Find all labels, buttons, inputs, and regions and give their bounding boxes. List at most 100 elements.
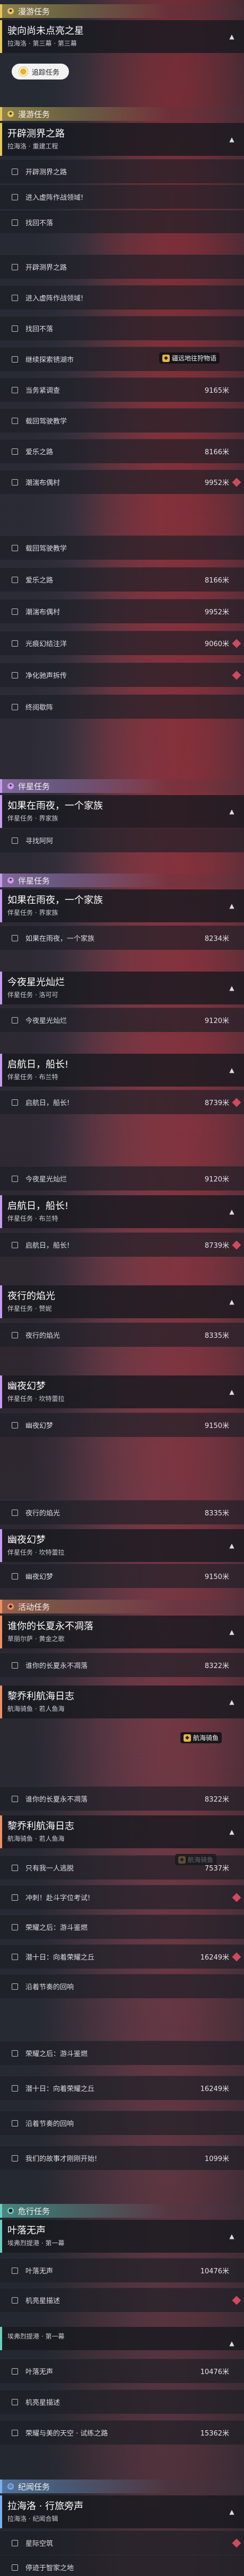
objective-row[interactable]: 潜十日：向着荣耀之丘 16249米: [0, 1944, 244, 1969]
objective-row[interactable]: 沿着节奏的回响: [0, 1974, 244, 1998]
objective-row[interactable]: 只有我一人逃脱 7537米: [0, 1855, 244, 1880]
checkbox-icon[interactable]: [12, 2539, 18, 2546]
checkbox-icon[interactable]: [12, 417, 18, 424]
checkbox-icon[interactable]: [12, 1795, 18, 1802]
objective-row[interactable]: 叶落无声 10476米: [0, 2258, 244, 2282]
objective-row[interactable]: 爱乐之路 8166米: [0, 439, 244, 463]
quest-header[interactable]: 开辟测界之路 拉海洛 · 重建工程 ▲: [0, 123, 244, 156]
checkbox-icon[interactable]: [12, 544, 18, 551]
checkbox-icon[interactable]: [12, 2085, 18, 2092]
checkbox-icon[interactable]: [12, 1331, 18, 1338]
checkbox-icon[interactable]: [12, 448, 18, 455]
objective-row[interactable]: 叶落无声 10476米: [0, 2359, 244, 2383]
objective-row[interactable]: 夜行的焰光 8335米: [0, 1500, 244, 1524]
checkbox-icon[interactable]: [12, 1894, 18, 1901]
objective-row[interactable]: 净化驰声拆传: [0, 663, 244, 687]
map-pin-icon[interactable]: [232, 2296, 241, 2305]
quest-header[interactable]: 幽夜幻梦 伴星任务 · 坎特蕾拉 ▲: [0, 1375, 244, 1408]
map-pin-icon[interactable]: [232, 478, 241, 487]
checkbox-icon[interactable]: [12, 2398, 18, 2405]
checkbox-icon[interactable]: [12, 263, 18, 270]
objective-row[interactable]: 光痕幻结注洋 9060米: [0, 631, 244, 655]
map-pin-icon[interactable]: [232, 671, 241, 680]
collapse-caret-icon[interactable]: ▲: [227, 1828, 237, 1836]
quest-header[interactable]: 拉海洛 · 行旅旁声 拉海洛 · 纪闻合辑 ▲: [0, 2495, 244, 2528]
objective-row[interactable]: 停迹于智家之地: [0, 2555, 244, 2576]
checkbox-icon[interactable]: [12, 2564, 18, 2571]
objective-row[interactable]: 潜十日：向着荣耀之丘 16249米: [0, 2076, 244, 2100]
objective-row[interactable]: 荣耀之后：游斗鉴燃: [0, 1915, 244, 1939]
checkbox-icon[interactable]: [12, 1099, 18, 1106]
map-pin-icon[interactable]: [232, 1098, 241, 1107]
collapse-caret-icon[interactable]: ▲: [227, 2508, 237, 2516]
objective-row[interactable]: 进入虚阵作战领域!: [0, 285, 244, 310]
quest-header[interactable]: 如果在雨夜，一个家族 伴星任务 · 界家族 ▲: [0, 795, 244, 828]
checkbox-icon[interactable]: [12, 576, 18, 583]
checkbox-icon[interactable]: [12, 219, 18, 226]
collapse-caret-icon[interactable]: ▲: [227, 1628, 237, 1636]
collapse-caret-icon[interactable]: ▲: [227, 902, 237, 910]
checkbox-icon[interactable]: [12, 325, 18, 332]
objective-row[interactable]: 我们的故事才刚刚开始! 1099米: [0, 2146, 244, 2170]
map-pin-icon[interactable]: [232, 1240, 241, 1250]
quest-header[interactable]: 幽夜幻梦 伴星任务 · 坎特蕾拉 ▲: [0, 1529, 244, 1562]
quest-header[interactable]: 夜行的焰光 伴星任务 · 赞妮 ▲: [0, 1285, 244, 1318]
quest-header[interactable]: 黎乔利航海日志 航海骑鱼 · 若人鱼海 ▲: [0, 1815, 244, 1848]
map-pin-icon[interactable]: [232, 1952, 241, 1962]
checkbox-icon[interactable]: [12, 2267, 18, 2274]
checkbox-icon[interactable]: [12, 1573, 18, 1580]
checkbox-icon[interactable]: [12, 672, 18, 678]
checkbox-icon[interactable]: [12, 1422, 18, 1428]
quest-header[interactable]: 启航日，船长! 伴星任务 · 布兰特 ▲: [0, 1054, 244, 1087]
objective-row[interactable]: 载回驾驶教学: [0, 408, 244, 433]
checkbox-icon[interactable]: [12, 2050, 18, 2057]
checkbox-icon[interactable]: [12, 168, 18, 175]
objective-row[interactable]: 夜行的焰光 8335米: [0, 1322, 244, 1347]
objective-row[interactable]: 荣耀之后：游斗鉴燃: [0, 2041, 244, 2065]
objective-row[interactable]: 终阅歇阵: [0, 694, 244, 719]
objective-row[interactable]: 谁你的长夏永不凋落 8322米: [0, 1786, 244, 1811]
quest-header[interactable]: 如果在雨夜，一个家族 伴星任务 · 界家族 ▲: [0, 889, 244, 922]
checkbox-icon[interactable]: [12, 1175, 18, 1182]
checkbox-icon[interactable]: [12, 2368, 18, 2375]
objective-row[interactable]: 荣耀与美的天空 · 试练之路 15362米: [0, 2420, 244, 2445]
collapse-caret-icon[interactable]: ▲: [227, 33, 237, 40]
checkbox-icon[interactable]: [12, 386, 18, 393]
collapse-caret-icon[interactable]: ▲: [227, 808, 237, 815]
objective-row[interactable]: 找回不落: [0, 210, 244, 233]
checkbox-icon[interactable]: [12, 2155, 18, 2162]
checkbox-icon[interactable]: [12, 294, 18, 301]
quest-header[interactable]: 启航日，船长! 伴星任务 · 布兰特 ▲: [0, 1195, 244, 1228]
quest-header[interactable]: 黎乔利航海日志 航海骑鱼 · 若人鱼海 ▲: [0, 1686, 244, 1718]
checkbox-icon[interactable]: [12, 1983, 18, 1990]
objective-row[interactable]: 载回驾驶教学: [0, 535, 244, 560]
objective-row[interactable]: 幽夜幻梦 9150米: [0, 1564, 244, 1588]
track-quest-button[interactable]: 追踪任务: [12, 64, 69, 80]
checkbox-icon[interactable]: [12, 356, 18, 363]
quest-header[interactable]: 埃弗烈提港 · 第一幕 ▲: [0, 2327, 244, 2350]
objective-row[interactable]: 开辟测界之路: [0, 159, 244, 183]
objective-row[interactable]: 今夜星光灿烂 9120米: [0, 1166, 244, 1190]
objective-row[interactable]: 当务紧调查 9165米: [0, 377, 244, 402]
checkbox-icon[interactable]: [12, 640, 18, 647]
collapse-caret-icon[interactable]: ▲: [227, 1542, 237, 1549]
checkbox-icon[interactable]: [12, 1241, 18, 1248]
checkbox-icon[interactable]: [12, 608, 18, 615]
objective-row[interactable]: 找回不落: [0, 316, 244, 340]
objective-row[interactable]: 寻找阿阿: [0, 828, 244, 852]
quest-header[interactable]: 驶向尚未点亮之星 拉海洛 · 第三幕 · 第三幕 ▲: [0, 20, 244, 53]
objective-row[interactable]: 潮湍布偶村 9952米: [0, 470, 244, 494]
map-pin-icon[interactable]: [232, 1893, 241, 1902]
checkbox-icon[interactable]: [12, 1509, 18, 1516]
objective-row[interactable]: 开辟测界之路: [0, 254, 244, 279]
collapse-caret-icon[interactable]: ▲: [227, 1066, 237, 1074]
checkbox-icon[interactable]: [12, 703, 18, 710]
checkbox-icon[interactable]: [12, 837, 18, 844]
checkbox-icon[interactable]: [12, 2297, 18, 2304]
checkbox-icon[interactable]: [12, 934, 18, 941]
quest-header[interactable]: 今夜星光灿烂 伴星任务 · 洛可可 ▲: [0, 972, 244, 1004]
objective-row[interactable]: 冲刺！赴斗字位考试!: [0, 1885, 244, 1909]
objective-row[interactable]: 机亮星描述: [0, 2288, 244, 2312]
checkbox-icon[interactable]: [12, 1662, 18, 1669]
map-pin-icon[interactable]: [232, 2538, 241, 2548]
